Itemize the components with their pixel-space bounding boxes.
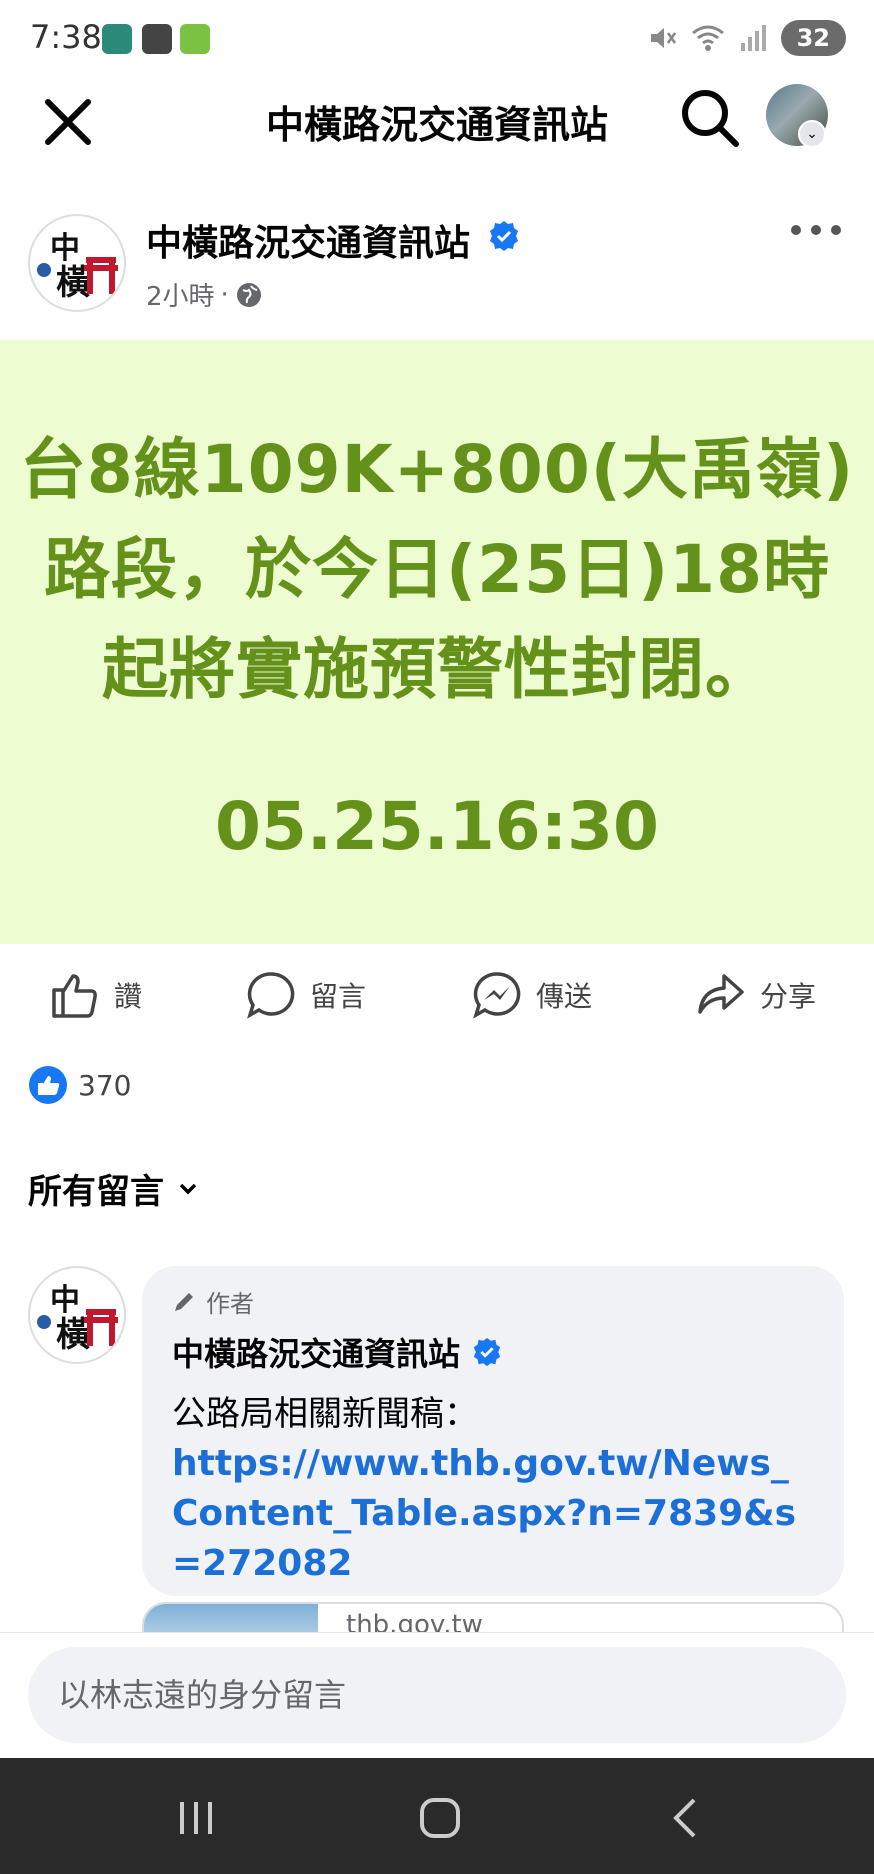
post-text-card: 台8線109K+800(大禹嶺) 路段，於今日(25日)18時 起將實施預警性封…: [0, 340, 874, 944]
comment-author-name[interactable]: 中橫路況交通資訊站: [172, 1329, 814, 1375]
post-text-line: 台8線109K+800(大禹嶺): [19, 431, 855, 508]
post-text-line: 起將實施預警性封閉。: [102, 631, 772, 708]
app-notification-icon: [102, 24, 132, 54]
comment-input-bar: [0, 1632, 874, 1758]
page-name[interactable]: 中橫路況交通資訊站: [146, 214, 470, 266]
comments-filter-dropdown[interactable]: 所有留言: [28, 1164, 200, 1213]
search-icon[interactable]: [678, 86, 742, 150]
app-notification-icon: [180, 24, 210, 54]
send-button[interactable]: 傳送: [472, 970, 592, 1020]
chevron-down-icon[interactable]: ⌄: [798, 120, 826, 148]
comment-input[interactable]: [28, 1647, 846, 1743]
verified-badge-icon: [473, 1337, 501, 1367]
meta-separator: ·: [220, 279, 229, 310]
globe-icon: [236, 282, 261, 307]
system-nav-bar: [0, 1758, 874, 1874]
comments-filter-label: 所有留言: [28, 1172, 164, 1212]
post-text-line: 路段，於今日(25日)18時: [43, 531, 831, 608]
share-arrow-icon: [698, 974, 744, 1014]
recent-apps-icon[interactable]: [166, 1788, 226, 1848]
comment-label: 留言: [310, 980, 367, 1013]
status-icons: 32: [647, 20, 846, 56]
more-options-icon[interactable]: [786, 210, 846, 260]
page-logo-icon: 中 橫: [37, 231, 118, 303]
home-icon[interactable]: [410, 1788, 470, 1848]
top-nav: 中橫路況交通資訊站 ⌄: [0, 76, 874, 196]
post-time: 2小時: [146, 282, 215, 312]
comment-button[interactable]: 留言: [246, 970, 366, 1020]
author-badge-label: 作者: [206, 1290, 254, 1318]
mute-icon: [650, 28, 676, 48]
svg-text:中: 中: [50, 1283, 80, 1318]
author-badge: 作者: [172, 1284, 814, 1319]
thumbs-up-icon: [52, 974, 97, 1018]
wifi-icon: [691, 25, 724, 51]
post-meta: 2小時 ·: [146, 276, 263, 313]
signal-icon: [740, 25, 766, 51]
svg-text:中: 中: [50, 231, 80, 266]
battery-indicator: 32: [780, 20, 846, 56]
comment-author-label: 中橫路況交通資訊站: [172, 1335, 461, 1373]
verified-badge-icon: [490, 221, 518, 251]
post-action-bar: 讚 留言 傳送 分享: [0, 960, 874, 1040]
messenger-icon: [473, 972, 521, 1019]
app-notification-icon: [142, 24, 172, 54]
comment-text: 公路局相關新聞稿：: [172, 1394, 478, 1434]
post-timestamp: 05.25.16:30: [215, 788, 659, 865]
reaction-summary[interactable]: 370: [28, 1065, 131, 1105]
reaction-count: 370: [78, 1068, 132, 1102]
page-avatar[interactable]: 中 橫: [28, 214, 126, 312]
page-title: 中橫路況交通資訊站: [265, 103, 608, 147]
like-label: 讚: [114, 980, 143, 1013]
like-reaction-icon: [29, 1066, 67, 1104]
status-bar: 7:38 32: [0, 0, 874, 76]
pencil-icon: [175, 1292, 193, 1311]
post-header: 中 橫 中橫路況交通資訊站 2小時 ·: [0, 210, 874, 340]
back-icon[interactable]: [656, 1788, 716, 1848]
chevron-down-icon: [179, 1183, 197, 1194]
comment-bubble: 作者 中橫路況交通資訊站 公路局相關新聞稿： https://www.thb.g…: [142, 1266, 844, 1596]
comment-link[interactable]: https://www.thb.gov.tw/News_Content_Tabl…: [172, 1439, 814, 1589]
share-button[interactable]: 分享: [696, 970, 816, 1020]
send-label: 傳送: [536, 980, 593, 1013]
comment-bubble-icon: [247, 972, 295, 1019]
page-logo-icon: 中 橫: [37, 1283, 118, 1355]
status-time: 7:38: [30, 18, 102, 56]
comment-avatar[interactable]: 中 橫: [28, 1266, 126, 1364]
share-label: 分享: [760, 980, 817, 1013]
like-button[interactable]: 讚: [50, 970, 142, 1020]
